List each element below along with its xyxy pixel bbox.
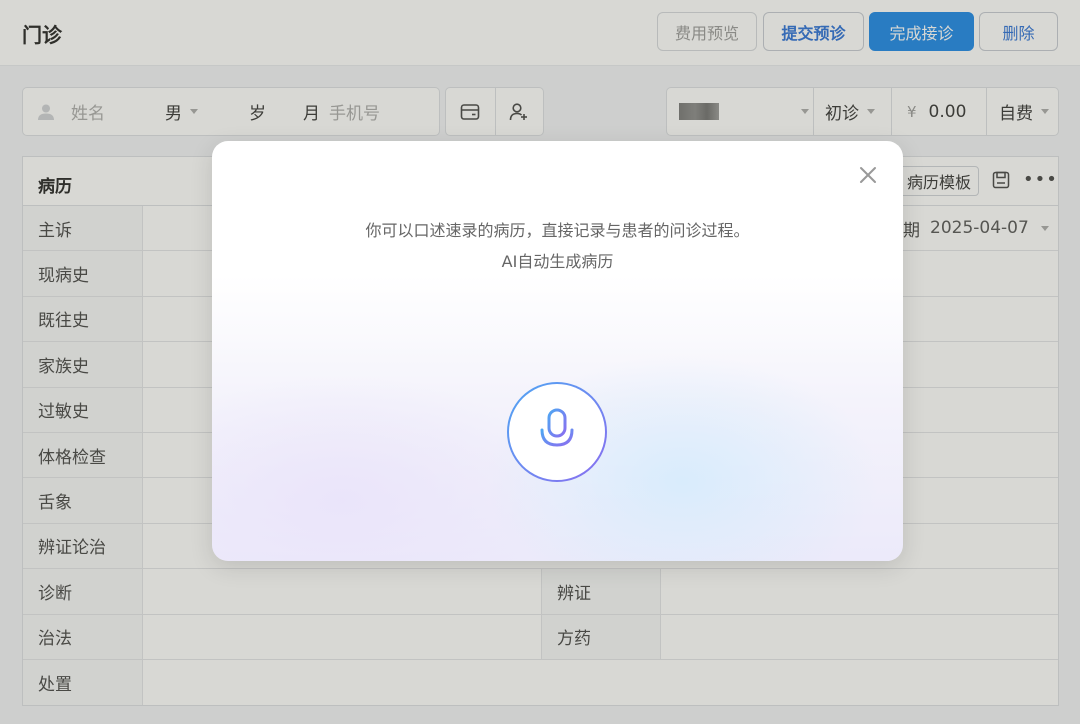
microphone-icon — [540, 408, 574, 455]
microphone-button-inner — [509, 384, 605, 480]
modal-subtitle: AI自动生成病历 — [501, 252, 614, 271]
close-icon[interactable] — [857, 164, 879, 186]
microphone-button[interactable] — [507, 382, 607, 482]
voice-record-modal: 你可以口述速录的病历，直接记录与患者的问诊过程。 AI自动生成病历 — [212, 141, 903, 561]
modal-description: 你可以口述速录的病历，直接记录与患者的问诊过程。 — [365, 221, 750, 240]
